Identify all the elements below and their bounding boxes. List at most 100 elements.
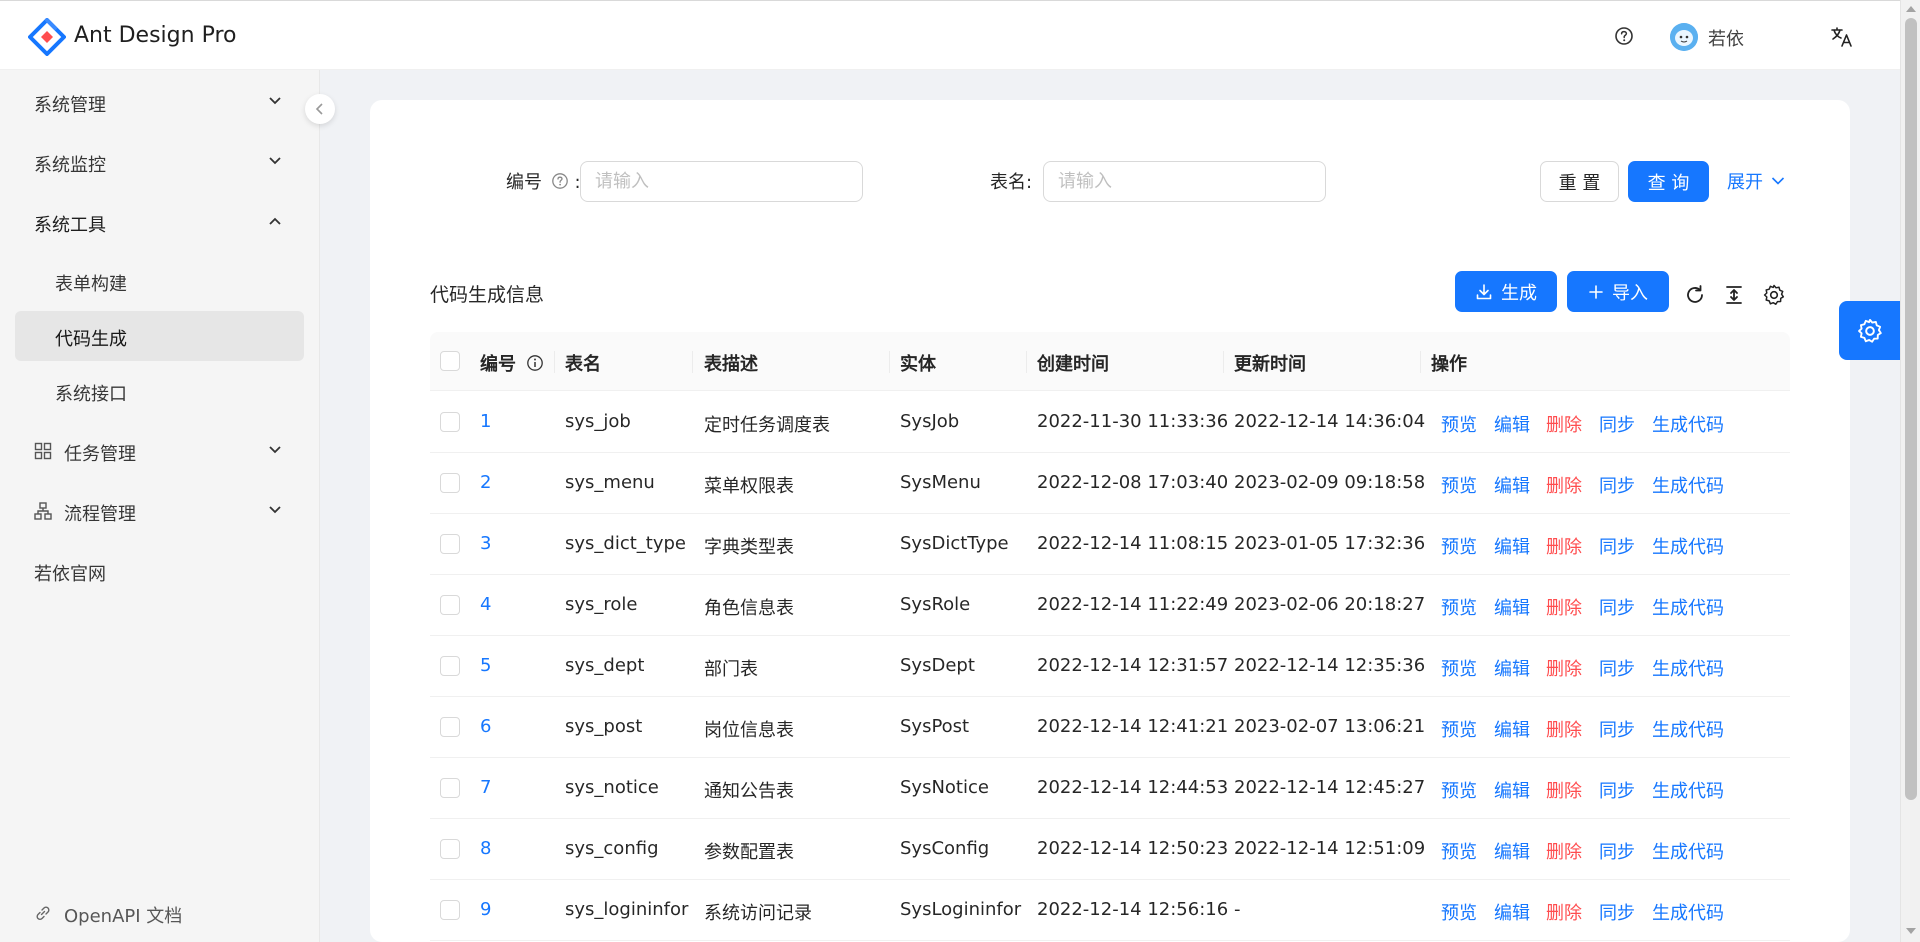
delete-link[interactable]: 删除 [1546, 899, 1582, 925]
edit-link[interactable]: 编辑 [1494, 899, 1530, 925]
row-checkbox[interactable] [440, 656, 460, 676]
reload-icon[interactable] [1683, 283, 1707, 307]
generate-code-link[interactable]: 生成代码 [1652, 472, 1724, 498]
scroll-down-arrow[interactable] [1906, 928, 1916, 934]
sidebar-item-code-generation[interactable]: 代码生成 [15, 311, 304, 361]
sidebar-collapse-button[interactable] [305, 94, 335, 124]
row-entity: SysDictType [900, 533, 1009, 554]
preview-link[interactable]: 预览 [1441, 594, 1477, 620]
sidebar-item-form-builder[interactable]: 表单构建 [0, 256, 320, 306]
row-checkbox[interactable] [440, 717, 460, 737]
info-circle-icon[interactable] [526, 354, 544, 372]
column-height-icon[interactable] [1722, 283, 1746, 307]
delete-link[interactable]: 删除 [1546, 411, 1582, 437]
generate-code-link[interactable]: 生成代码 [1652, 655, 1724, 681]
avatar[interactable] [1670, 23, 1698, 51]
id-search-input[interactable] [580, 161, 863, 202]
row-id-link[interactable]: 4 [480, 594, 491, 615]
generate-code-link[interactable]: 生成代码 [1652, 716, 1724, 742]
delete-link[interactable]: 删除 [1546, 838, 1582, 864]
generate-code-link[interactable]: 生成代码 [1652, 533, 1724, 559]
edit-link[interactable]: 编辑 [1494, 716, 1530, 742]
edit-link[interactable]: 编辑 [1494, 472, 1530, 498]
sync-link[interactable]: 同步 [1599, 594, 1635, 620]
translation-icon[interactable] [1830, 25, 1854, 49]
row-id-link[interactable]: 7 [480, 777, 491, 798]
openapi-docs-link[interactable]: OpenAPI 文档 [0, 888, 320, 938]
row-checkbox[interactable] [440, 412, 460, 432]
table-name-search-input[interactable] [1043, 161, 1326, 202]
generate-code-link[interactable]: 生成代码 [1652, 838, 1724, 864]
sync-link[interactable]: 同步 [1599, 411, 1635, 437]
logo-icon[interactable] [28, 18, 66, 56]
preview-link[interactable]: 预览 [1441, 716, 1477, 742]
sync-link[interactable]: 同步 [1599, 899, 1635, 925]
preview-link[interactable]: 预览 [1441, 472, 1477, 498]
row-checkbox[interactable] [440, 839, 460, 859]
generate-code-link[interactable]: 生成代码 [1652, 899, 1724, 925]
import-button[interactable]: 导入 [1567, 271, 1669, 312]
sync-link[interactable]: 同步 [1599, 838, 1635, 864]
brand-title[interactable]: Ant Design Pro [74, 23, 236, 48]
select-all-checkbox[interactable] [440, 351, 460, 371]
user-name[interactable]: 若依 [1708, 25, 1744, 51]
scrollbar-thumb[interactable] [1905, 18, 1917, 800]
sidebar-item-workflow-management[interactable]: 流程管理 [0, 486, 320, 536]
row-checkbox[interactable] [440, 900, 460, 920]
query-button[interactable]: 查 询 [1628, 161, 1709, 202]
preview-link[interactable]: 预览 [1441, 533, 1477, 559]
scroll-up-arrow[interactable] [1906, 6, 1916, 12]
generate-code-link[interactable]: 生成代码 [1652, 777, 1724, 803]
row-id-link[interactable]: 3 [480, 533, 491, 554]
edit-link[interactable]: 编辑 [1494, 838, 1530, 864]
preview-link[interactable]: 预览 [1441, 777, 1477, 803]
sidebar-item-system-monitor[interactable]: 系统监控 [0, 137, 320, 187]
sidebar-item-system-tools[interactable]: 系统工具 [0, 197, 320, 247]
reset-button[interactable]: 重 置 [1540, 161, 1619, 202]
preview-link[interactable]: 预览 [1441, 655, 1477, 681]
row-id-link[interactable]: 8 [480, 838, 491, 859]
edit-link[interactable]: 编辑 [1494, 533, 1530, 559]
expand-link[interactable]: 展开 [1727, 168, 1785, 194]
sidebar-item-system-api[interactable]: 系统接口 [0, 366, 320, 416]
delete-link[interactable]: 删除 [1546, 655, 1582, 681]
settings-drawer-button[interactable] [1839, 301, 1900, 360]
sync-link[interactable]: 同步 [1599, 655, 1635, 681]
generate-code-link[interactable]: 生成代码 [1652, 594, 1724, 620]
sidebar-item-system-management[interactable]: 系统管理 [0, 77, 320, 127]
row-id-link[interactable]: 9 [480, 899, 491, 920]
preview-link[interactable]: 预览 [1441, 838, 1477, 864]
row-checkbox[interactable] [440, 595, 460, 615]
row-checkbox[interactable] [440, 534, 460, 554]
edit-link[interactable]: 编辑 [1494, 655, 1530, 681]
setting-icon[interactable] [1762, 283, 1786, 307]
sidebar-item-task-management[interactable]: 任务管理 [0, 426, 320, 476]
row-checkbox[interactable] [440, 778, 460, 798]
row-id-link[interactable]: 6 [480, 716, 491, 737]
sidebar-item-ruoyi-website[interactable]: 若依官网 [0, 546, 320, 596]
sync-link[interactable]: 同步 [1599, 472, 1635, 498]
sync-link[interactable]: 同步 [1599, 716, 1635, 742]
sync-link[interactable]: 同步 [1599, 533, 1635, 559]
preview-link[interactable]: 预览 [1441, 899, 1477, 925]
row-id-link[interactable]: 2 [480, 472, 491, 493]
edit-link[interactable]: 编辑 [1494, 594, 1530, 620]
column-header-id[interactable]: 编号 [480, 350, 544, 376]
page-scrollbar[interactable] [1900, 0, 1920, 942]
generate-button[interactable]: 生成 [1455, 271, 1557, 312]
row-checkbox[interactable] [440, 473, 460, 493]
generate-code-link[interactable]: 生成代码 [1652, 411, 1724, 437]
edit-link[interactable]: 编辑 [1494, 777, 1530, 803]
preview-link[interactable]: 预览 [1441, 411, 1477, 437]
delete-link[interactable]: 删除 [1546, 716, 1582, 742]
row-id-link[interactable]: 5 [480, 655, 491, 676]
edit-link[interactable]: 编辑 [1494, 411, 1530, 437]
question-circle-icon[interactable] [1614, 26, 1634, 46]
delete-link[interactable]: 删除 [1546, 594, 1582, 620]
row-id-link[interactable]: 1 [480, 411, 491, 432]
sync-link[interactable]: 同步 [1599, 777, 1635, 803]
delete-link[interactable]: 删除 [1546, 533, 1582, 559]
delete-link[interactable]: 删除 [1546, 472, 1582, 498]
question-circle-icon[interactable] [551, 172, 569, 190]
delete-link[interactable]: 删除 [1546, 777, 1582, 803]
